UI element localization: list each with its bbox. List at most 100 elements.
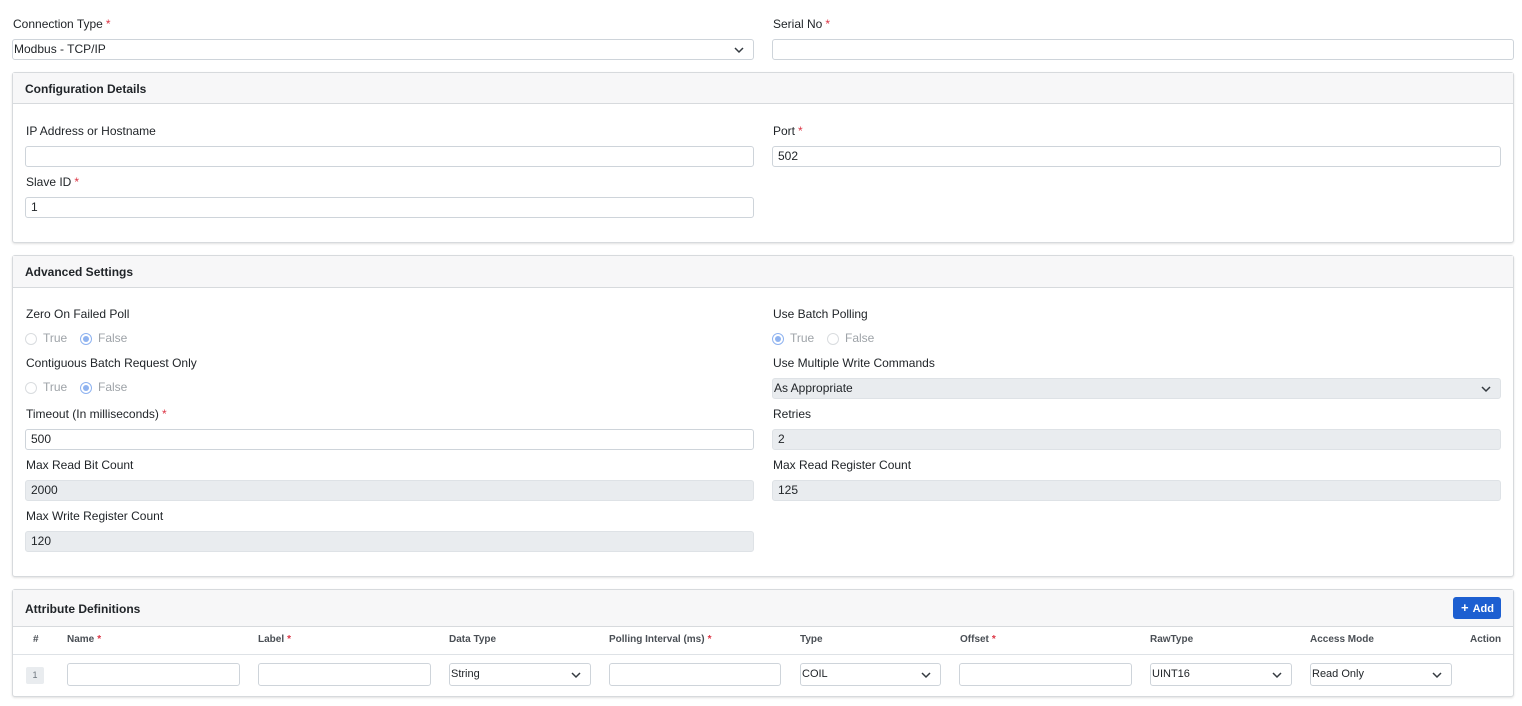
retries-value: 2 <box>778 432 785 446</box>
multiple-write-label: Use Multiple Write Commands <box>773 356 935 370</box>
timeout-value: 500 <box>31 432 52 446</box>
serial-no-input[interactable] <box>772 39 1514 60</box>
raw-type-value: UINT16 <box>1152 668 1190 680</box>
batch-false-radio[interactable] <box>827 333 839 345</box>
required-mark: * <box>161 407 167 421</box>
port-value: 502 <box>778 149 799 163</box>
column-header-offset-text: Offset <box>960 634 989 645</box>
max-write-register-label: Max Write Register Count <box>26 509 164 523</box>
slave-id-value: 1 <box>31 200 38 214</box>
column-header-offset: Offset * <box>960 634 996 645</box>
contig-false-radio[interactable] <box>80 382 92 394</box>
max-read-register-label: Max Read Register Count <box>773 458 912 472</box>
row-index-badge: 1 <box>26 667 44 684</box>
timeout-label: Timeout (In milliseconds) * <box>26 407 167 421</box>
chevron-down-icon <box>734 47 744 54</box>
polling-interval-input[interactable] <box>609 663 781 686</box>
required-mark: * <box>74 175 80 189</box>
table-header-divider <box>13 654 1513 655</box>
timeout-input[interactable]: 500 <box>25 429 754 450</box>
max-read-bit-input[interactable]: 2000 <box>25 480 754 501</box>
required-mark: * <box>707 634 712 645</box>
required-mark: * <box>105 17 111 31</box>
column-header-label-text: Label <box>258 634 285 645</box>
zero-false-label: False <box>98 331 128 345</box>
max-write-register-value: 120 <box>31 534 52 548</box>
contig-true-radio[interactable] <box>25 382 37 394</box>
advanced-settings-header: Advanced Settings <box>13 256 1513 288</box>
serial-no-label: Serial No * <box>773 17 830 31</box>
zero-true-radio[interactable] <box>25 333 37 345</box>
max-read-bit-value: 2000 <box>31 483 58 497</box>
data-type-value: String <box>451 668 480 680</box>
ip-address-label: IP Address or Hostname <box>26 124 156 138</box>
column-header-name-text: Name <box>67 634 95 645</box>
zero-on-failed-poll-label: Zero On Failed Poll <box>26 307 130 321</box>
required-mark: * <box>825 17 831 31</box>
required-mark: * <box>287 634 292 645</box>
max-read-register-value: 125 <box>778 483 799 497</box>
data-type-select[interactable]: String <box>449 663 591 686</box>
required-mark: * <box>798 124 803 138</box>
batch-true-label: True <box>790 331 815 345</box>
attribute-definitions-header: Attribute Definitions <box>13 590 1513 627</box>
access-mode-select[interactable]: Read Only <box>1310 663 1452 686</box>
contig-true-label: True <box>43 380 68 394</box>
connection-type-value: Modbus - TCP/IP <box>14 42 106 56</box>
required-mark: * <box>991 634 996 645</box>
attribute-label-input[interactable] <box>258 663 431 686</box>
column-header-data-type: Data Type <box>449 634 497 645</box>
timeout-label-text: Timeout (In milliseconds) <box>26 407 159 421</box>
batch-true-radio[interactable] <box>772 333 784 345</box>
retries-label: Retries <box>773 407 812 421</box>
add-attribute-button[interactable]: + Add <box>1453 597 1501 619</box>
advanced-settings-title: Advanced Settings <box>25 265 134 279</box>
serial-no-label-text: Serial No <box>773 17 823 31</box>
multiple-write-select[interactable]: As Appropriate <box>772 378 1501 399</box>
attribute-definitions-title: Attribute Definitions <box>25 602 141 616</box>
max-read-register-input[interactable]: 125 <box>772 480 1501 501</box>
ip-address-input[interactable] <box>25 146 754 167</box>
port-label-text: Port <box>773 124 796 138</box>
column-header-polling-interval: Polling Interval (ms) * <box>609 634 711 645</box>
connection-type-label-text: Connection Type <box>13 17 103 31</box>
column-header-access-mode: Access Mode <box>1310 634 1374 645</box>
column-header-polling-interval-text: Polling Interval (ms) <box>609 634 705 645</box>
chevron-down-icon <box>1272 672 1282 679</box>
column-header-index: # <box>33 634 39 645</box>
configuration-details-title: Configuration Details <box>25 82 147 96</box>
chevron-down-icon <box>1481 386 1491 393</box>
required-mark: * <box>97 634 102 645</box>
column-header-name: Name * <box>67 634 101 645</box>
port-input[interactable]: 502 <box>772 146 1501 167</box>
slave-id-input[interactable]: 1 <box>25 197 754 218</box>
configuration-details-header: Configuration Details <box>13 73 1513 104</box>
type-value: COIL <box>802 668 828 680</box>
add-attribute-label: Add <box>1472 603 1494 615</box>
offset-input[interactable] <box>959 663 1132 686</box>
max-write-register-input[interactable]: 120 <box>25 531 754 552</box>
slave-id-label: Slave ID * <box>26 175 79 189</box>
access-mode-value: Read Only <box>1312 668 1364 680</box>
batch-false-label: False <box>845 331 875 345</box>
connection-type-label: Connection Type * <box>13 17 111 31</box>
connection-type-select[interactable]: Modbus - TCP/IP <box>12 39 754 60</box>
column-header-type: Type <box>800 634 823 645</box>
slave-id-label-text: Slave ID <box>26 175 72 189</box>
column-header-action: Action <box>1470 634 1502 645</box>
chevron-down-icon <box>571 672 581 679</box>
contiguous-batch-label: Contiguous Batch Request Only <box>26 356 197 370</box>
max-read-bit-label: Max Read Bit Count <box>26 458 134 472</box>
raw-type-select[interactable]: UINT16 <box>1150 663 1292 686</box>
type-select[interactable]: COIL <box>800 663 941 686</box>
use-batch-polling-label: Use Batch Polling <box>773 307 868 321</box>
attribute-name-input[interactable] <box>67 663 240 686</box>
plus-icon: + <box>1461 600 1469 615</box>
zero-true-label: True <box>43 331 68 345</box>
contig-false-label: False <box>98 380 128 394</box>
column-header-label: Label * <box>258 634 291 645</box>
retries-input[interactable]: 2 <box>772 429 1501 450</box>
multiple-write-value: As Appropriate <box>774 381 853 395</box>
zero-false-radio[interactable] <box>80 333 92 345</box>
column-header-raw-type: RawType <box>1150 634 1194 645</box>
